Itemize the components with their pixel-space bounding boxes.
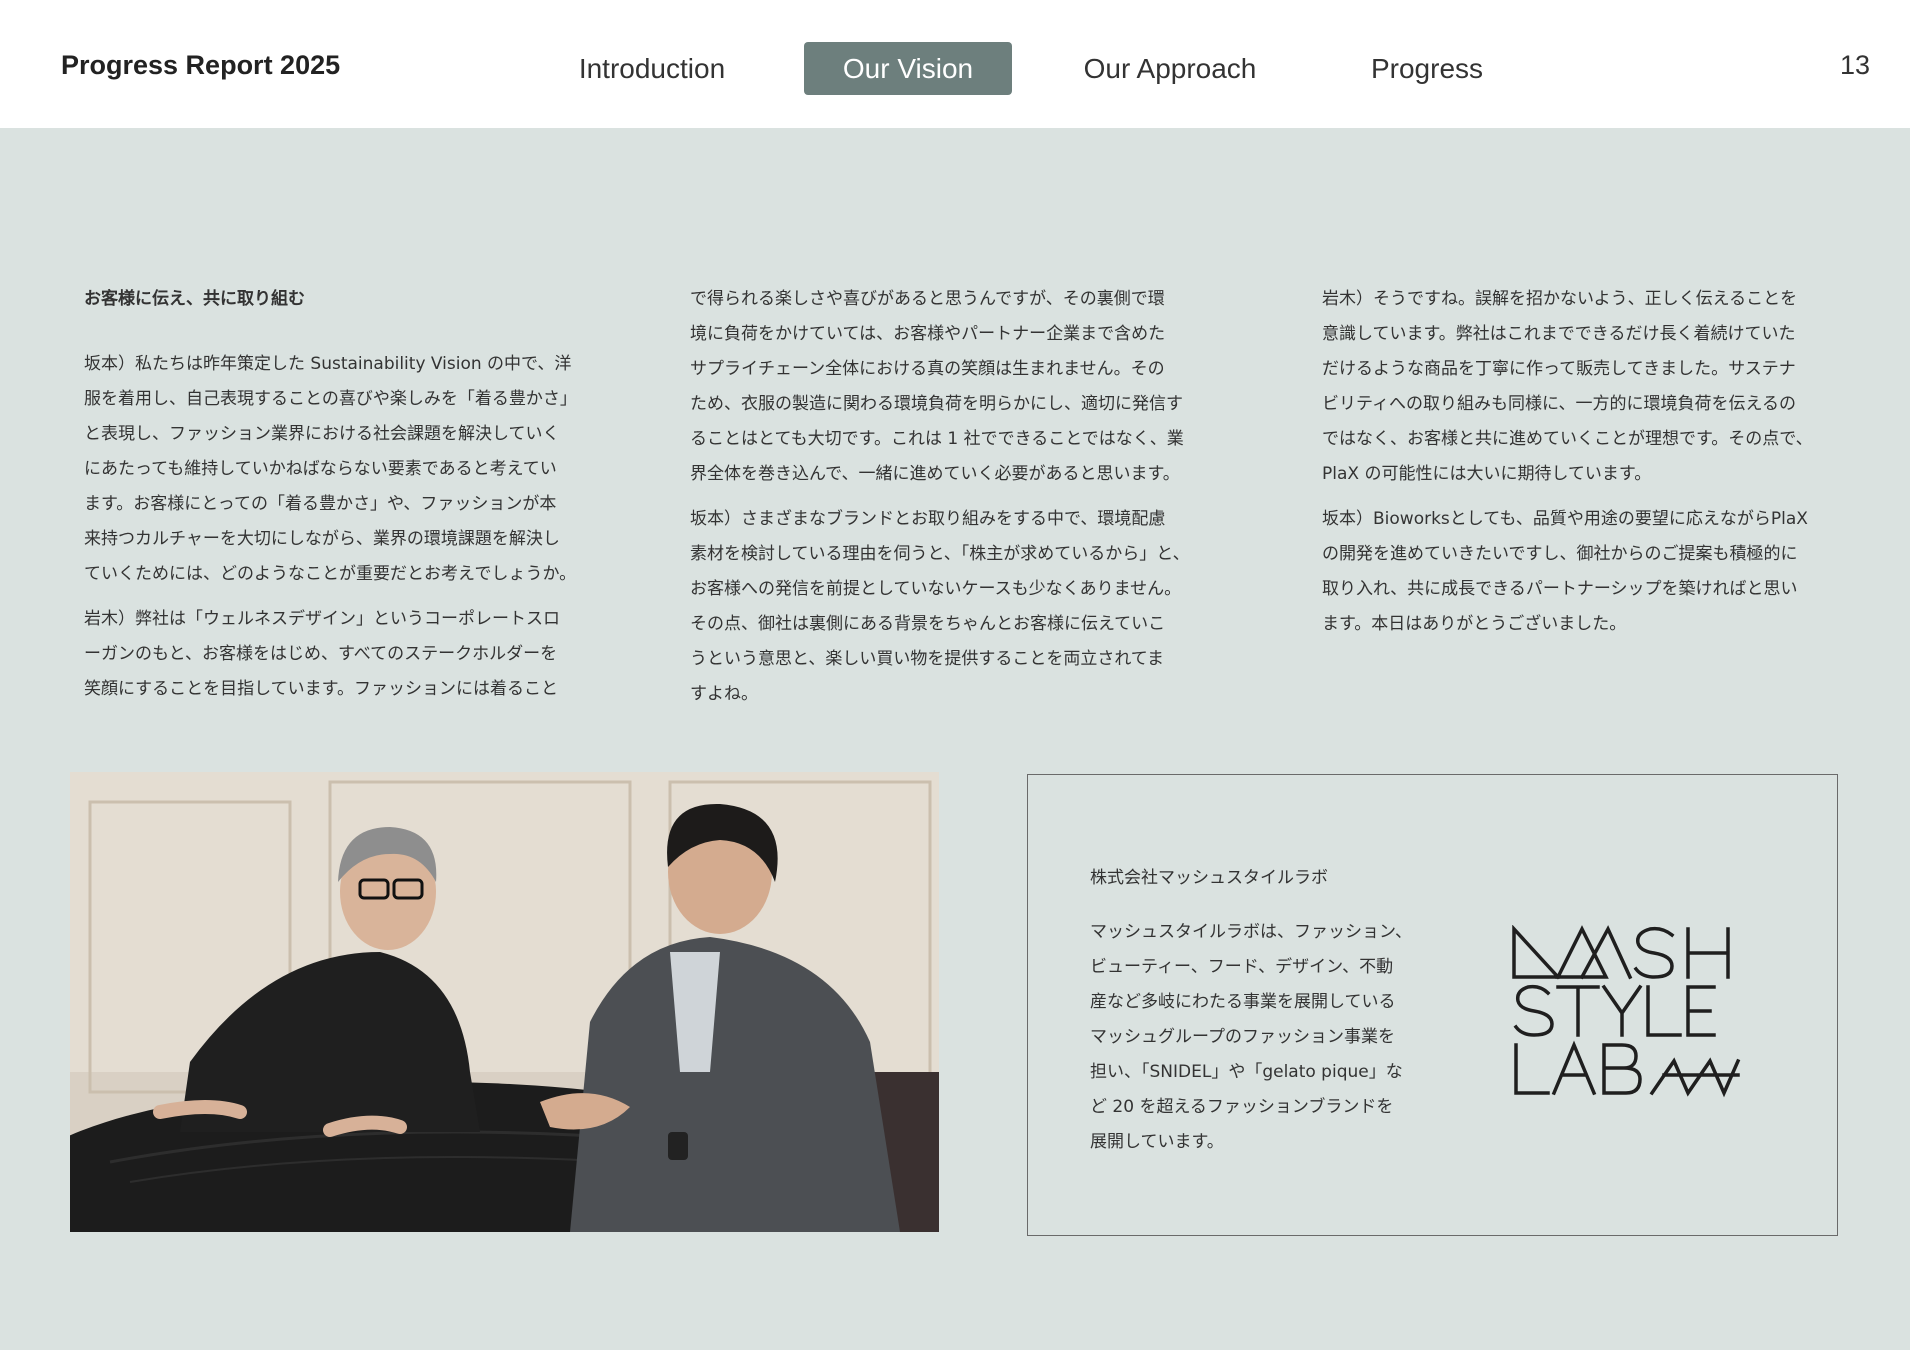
text-line: ではなく、お客様と共に進めていくことが理想です。その点で、	[1322, 429, 1813, 449]
text-line: ど 20 を超えるファッションブランドを	[1090, 1097, 1394, 1117]
text-line: 坂本）私たちは昨年策定した Sustainability Vision の中で、…	[84, 354, 572, 374]
text-line: ビリティへの取り組みも同様に、一方的に環境負荷を伝えるの	[1322, 394, 1796, 414]
text-line: 服を着用し、自己表現することの喜びや楽しみを「着る豊かさ」	[84, 389, 577, 409]
text-line: だけるような商品を丁寧に作って販売してきました。サステナ	[1322, 359, 1796, 379]
text-line: すよね。	[690, 684, 758, 704]
company-description: マッシュスタイルラボは、ファッション、 ビューティー、フード、デザイン、不動 産など…	[1090, 915, 1430, 1160]
report-title: Progress Report 2025	[61, 50, 341, 80]
text-line: 坂本）Bioworksとしても、品質や用途の要望に応えながらPlaX	[1322, 509, 1808, 529]
text-line: ていくためには、どのようなことが重要だとお考えでしょうか。	[84, 564, 577, 584]
text-line: マッシュスタイルラボは、ファッション、	[1090, 922, 1412, 942]
nav-introduction[interactable]: Introduction	[560, 42, 744, 95]
text-line: ーガンのもと、お客様をはじめ、すべてのステークホルダーを	[84, 644, 558, 664]
text-line: で得られる楽しさや喜びがあると思うんですが、その裏側で環	[690, 289, 1165, 309]
article-column-3: 岩木）そうですね。誤解を招かないよう、正しく伝えることを 意識しています。弊社はこ…	[1322, 282, 1852, 652]
text-line: ため、衣服の製造に関わる環境負荷を明らかにし、適切に発信す	[690, 394, 1183, 414]
paragraph: 岩木）弊社は「ウェルネスデザイン」というコーポレートスロ ーガンのもと、お客様をは…	[84, 602, 614, 707]
paragraph: 坂本）私たちは昨年策定した Sustainability Vision の中で、…	[84, 347, 614, 592]
text-line: PlaX の可能性には大いに期待しています。	[1322, 464, 1652, 484]
text-line: 岩木）そうですね。誤解を招かないよう、正しく伝えることを	[1322, 289, 1798, 309]
text-line: ビューティー、フード、デザイン、不動	[1090, 957, 1394, 977]
company-info-box: 株式会社マッシュスタイルラボ マッシュスタイルラボは、ファッション、 ビューティー…	[1027, 774, 1838, 1236]
paragraph: 坂本）さまざまなブランドとお取り組みをする中で、環境配慮素材を検討している理由を…	[690, 502, 1220, 712]
text-line: お客様への発信を前提としていないケースも少なくありません。	[690, 579, 1182, 599]
text-line: 展開しています。	[1090, 1132, 1224, 1152]
nav-progress[interactable]: Progress	[1358, 42, 1496, 95]
nav-our-approach[interactable]: Our Approach	[1072, 42, 1268, 95]
text-line: の開発を進めていきたいですし、御社からのご提案も積極的に	[1322, 544, 1798, 564]
text-line: 意識しています。弊社はこれまでできるだけ長く着続けていた	[1322, 324, 1796, 344]
text-line: と表現し、ファッション業界における社会課題を解決していく	[84, 424, 560, 444]
section-heading: お客様に伝え、共に取り組む	[84, 289, 305, 309]
paragraph: で得られる楽しさや喜びがあると思うんですが、その裏側で環 境に負荷をかけていては、…	[690, 282, 1220, 492]
text-line: 界全体を巻き込んで、一緒に進めていく必要があると思います。	[690, 464, 1180, 484]
text-line: 笑顔にすることを目指しています。ファッションには着ること	[84, 679, 558, 699]
text-line: うという意思と、楽しい買い物を提供することを両立されてま	[690, 649, 1164, 669]
mash-style-lab-logo	[1512, 924, 1742, 1113]
page-number: 13	[1839, 50, 1870, 80]
company-name: 株式会社マッシュスタイルラボ	[1090, 868, 1328, 888]
text-line: 坂本）さまざまなブランドとお取り組みをする中で、環境配慮	[690, 509, 1166, 529]
paragraph: 岩木）そうですね。誤解を招かないよう、正しく伝えることを 意識しています。弊社はこ…	[1322, 282, 1852, 492]
text-line: 産など多岐にわたる事業を展開している	[1090, 992, 1396, 1012]
article-column-1: お客様に伝え、共に取り組む 坂本）私たちは昨年策定した Sustainabili…	[84, 282, 614, 717]
header: Progress Report 2025 Introduction Our Vi…	[0, 0, 1910, 128]
text-line: ます。お客様にとっての「着る豊かさ」や、ファッションが本	[84, 494, 557, 514]
text-line: 担い、「SNIDEL」や「gelato pique」な	[1090, 1062, 1403, 1082]
text-line: 取り入れ、共に成長できるパートナーシップを築ければと思い	[1322, 579, 1798, 599]
text-line: にあたっても維持していかねばならない要素であると考えてい	[84, 459, 557, 479]
text-line: 岩木）弊社は「ウェルネスデザイン」というコーポレートスロ	[84, 609, 560, 629]
nav-our-vision[interactable]: Our Vision	[804, 42, 1012, 95]
text-line: サプライチェーン全体における真の笑顔は生まれません。その	[690, 359, 1165, 379]
text-line: ることはとても大切です。これは 1 社でできることではなく、業	[690, 429, 1184, 449]
article-column-2: で得られる楽しさや喜びがあると思うんですが、その裏側で環 境に負荷をかけていては、…	[690, 282, 1220, 722]
text-line: その点、御社は裏側にある背景をちゃんとお客様に伝えていこ	[690, 614, 1166, 634]
text-line: 来持つカルチャーを大切にしながら、業界の環境課題を解決し	[84, 529, 560, 549]
text-line: マッシュグループのファッション事業を	[1090, 1027, 1395, 1047]
text-line: ます。本日はありがとうございました。	[1322, 614, 1627, 634]
paragraph: 坂本）Bioworksとしても、品質や用途の要望に応えながらPlaX の開発を進め…	[1322, 502, 1852, 642]
interview-photo	[70, 772, 939, 1232]
text-line: 境に負荷をかけていては、お客様やパートナー企業まで含めた	[690, 324, 1166, 344]
text-line: 素材を検討している理由を伺うと、「株主が求めているから」と、	[690, 544, 1190, 564]
